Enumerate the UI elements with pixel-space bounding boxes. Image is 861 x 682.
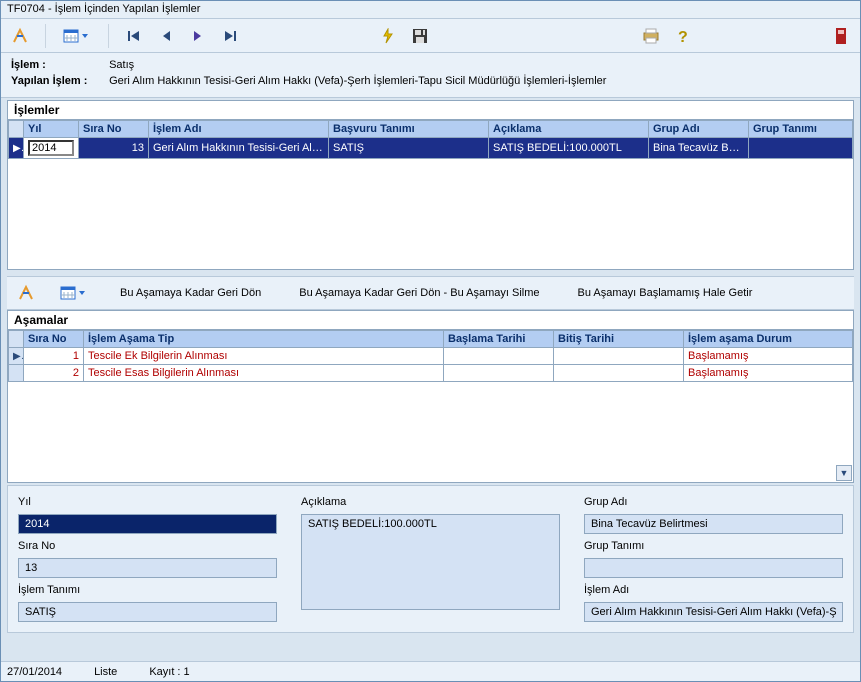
col-grup-tanimi[interactable]: Grup Tanımı bbox=[749, 121, 853, 138]
status-date: 27/01/2014 bbox=[7, 666, 62, 678]
yil-input[interactable] bbox=[28, 140, 74, 156]
asamalar-panel: Aşamalar Sıra No İşlem Aşama Tip Başlama… bbox=[7, 310, 854, 483]
label-grup-tanimi: Grup Tanımı bbox=[584, 540, 843, 552]
col-aciklama[interactable]: Açıklama bbox=[489, 121, 649, 138]
status-mode: Liste bbox=[94, 666, 117, 678]
sira-no-field[interactable] bbox=[18, 558, 277, 578]
col-islem-adi[interactable]: İşlem Adı bbox=[149, 121, 329, 138]
label-grup-adi: Grup Adı bbox=[584, 496, 843, 508]
status-count: Kayıt : 1 bbox=[149, 666, 189, 678]
cell-basvuru[interactable]: SATIŞ bbox=[329, 138, 489, 159]
app-logo-icon bbox=[13, 280, 39, 306]
table-row[interactable]: 2 Tescile Esas Bilgilerin Alınması Başla… bbox=[9, 365, 853, 382]
nav-next-button[interactable] bbox=[185, 23, 211, 49]
print-icon[interactable] bbox=[638, 23, 664, 49]
stage-toolbar: Bu Aşamaya Kadar Geri Dön Bu Aşamaya Kad… bbox=[7, 276, 854, 310]
status-bar: 27/01/2014 Liste Kayıt : 1 bbox=[1, 661, 860, 681]
cell2-durum[interactable]: Başlamamış bbox=[684, 365, 853, 382]
col2-sira-no[interactable]: Sıra No bbox=[24, 331, 84, 348]
execute-icon[interactable] bbox=[375, 23, 401, 49]
svg-text:?: ? bbox=[678, 29, 688, 45]
table-row[interactable]: ▶ 1 Tescile Ek Bilgilerin Alınması Başla… bbox=[9, 348, 853, 365]
cell-islem-adi[interactable]: Geri Alım Hakkının Tesisi-Geri Alım Ha bbox=[149, 138, 329, 159]
cell2-bitis[interactable] bbox=[554, 348, 684, 365]
cell2-bitis[interactable] bbox=[554, 365, 684, 382]
cell-grup-adi[interactable]: Bina Tecavüz Belirtm bbox=[649, 138, 749, 159]
grup-adi-field[interactable] bbox=[584, 514, 843, 534]
label-aciklama: Açıklama bbox=[301, 496, 560, 508]
col-sira-no[interactable]: Sıra No bbox=[79, 121, 149, 138]
label-sira-no: Sıra No bbox=[18, 540, 277, 552]
grup-tanimi-field[interactable] bbox=[584, 558, 843, 578]
label-yil: Yıl bbox=[18, 496, 277, 508]
label-islem-tanimi: İşlem Tanımı bbox=[18, 584, 277, 596]
chevron-down-icon bbox=[81, 33, 91, 39]
asamalar-title: Aşamalar bbox=[8, 311, 853, 330]
window-title: TF0704 - İşlem İçinden Yapılan İşlemler bbox=[1, 1, 860, 19]
chevron-down-icon bbox=[78, 290, 88, 296]
value-yapilan-islem: Geri Alım Hakkının Tesisi-Geri Alım Hakk… bbox=[109, 75, 606, 87]
cell2-sira[interactable]: 1 bbox=[24, 348, 84, 365]
main-toolbar: ? bbox=[1, 19, 860, 53]
table-row[interactable]: ▶ 13 Geri Alım Hakkının Tesisi-Geri Alım… bbox=[9, 138, 853, 159]
col-yil[interactable]: Yıl bbox=[24, 121, 79, 138]
islemler-panel: İşlemler Yıl Sıra No İşlem Adı Başvuru T… bbox=[7, 100, 854, 270]
row-marker-icon: ▶ bbox=[9, 348, 24, 365]
btn-geri-don[interactable]: Bu Aşamaya Kadar Geri Dön bbox=[109, 282, 272, 304]
cell2-sira[interactable]: 2 bbox=[24, 365, 84, 382]
yil-field[interactable] bbox=[18, 514, 277, 534]
cell-sira-no[interactable]: 13 bbox=[79, 138, 149, 159]
value-islem: Satış bbox=[109, 59, 134, 71]
cell2-tip[interactable]: Tescile Ek Bilgilerin Alınması bbox=[84, 348, 444, 365]
col-grup-adi[interactable]: Grup Adı bbox=[649, 121, 749, 138]
nav-first-button[interactable] bbox=[121, 23, 147, 49]
save-icon[interactable] bbox=[407, 23, 433, 49]
nav-prev-button[interactable] bbox=[153, 23, 179, 49]
scroll-down-icon[interactable]: ▼ bbox=[836, 465, 852, 481]
nav-last-button[interactable] bbox=[217, 23, 243, 49]
asamalar-grid[interactable]: Sıra No İşlem Aşama Tip Başlama Tarihi B… bbox=[8, 330, 853, 382]
col2-durum[interactable]: İşlem aşama Durum bbox=[684, 331, 853, 348]
calendar-button-2[interactable] bbox=[55, 280, 93, 306]
cell-aciklama[interactable]: SATIŞ BEDELİ:100.000TL bbox=[489, 138, 649, 159]
col-basvuru-tanimi[interactable]: Başvuru Tanımı bbox=[329, 121, 489, 138]
row-marker-icon: ▶ bbox=[9, 138, 24, 159]
detail-form: Yıl Sıra No İşlem Tanımı Açıklama Grup A… bbox=[7, 485, 854, 633]
islemler-grid[interactable]: Yıl Sıra No İşlem Adı Başvuru Tanımı Açı… bbox=[8, 120, 853, 159]
col2-bitis[interactable]: Bitiş Tarihi bbox=[554, 331, 684, 348]
islem-adi-field[interactable] bbox=[584, 602, 843, 622]
cell2-durum[interactable]: Başlamamış bbox=[684, 348, 853, 365]
cell2-tip[interactable]: Tescile Esas Bilgilerin Alınması bbox=[84, 365, 444, 382]
btn-baslamamis[interactable]: Bu Aşamayı Başlamamış Hale Getir bbox=[567, 282, 764, 304]
cell2-baslama[interactable] bbox=[444, 365, 554, 382]
col2-asama-tip[interactable]: İşlem Aşama Tip bbox=[84, 331, 444, 348]
col2-baslama[interactable]: Başlama Tarihi bbox=[444, 331, 554, 348]
cell2-baslama[interactable] bbox=[444, 348, 554, 365]
label-islem-adi: İşlem Adı bbox=[584, 584, 843, 596]
help-icon[interactable]: ? bbox=[670, 23, 696, 49]
label-yapilan-islem: Yapılan İşlem : bbox=[11, 75, 106, 87]
info-section: İşlem : Satış Yapılan İşlem : Geri Alım … bbox=[1, 53, 860, 98]
calendar-button[interactable] bbox=[58, 23, 96, 49]
exit-icon[interactable] bbox=[828, 23, 854, 49]
btn-geri-don-silme[interactable]: Bu Aşamaya Kadar Geri Dön - Bu Aşamayı S… bbox=[288, 282, 550, 304]
cell-yil[interactable] bbox=[24, 138, 79, 159]
islemler-title: İşlemler bbox=[8, 101, 853, 120]
islem-tanimi-field[interactable] bbox=[18, 602, 277, 622]
aciklama-field[interactable] bbox=[301, 514, 560, 610]
cell-grup-tanimi[interactable] bbox=[749, 138, 853, 159]
label-islem: İşlem : bbox=[11, 59, 106, 71]
app-logo-icon bbox=[7, 23, 33, 49]
